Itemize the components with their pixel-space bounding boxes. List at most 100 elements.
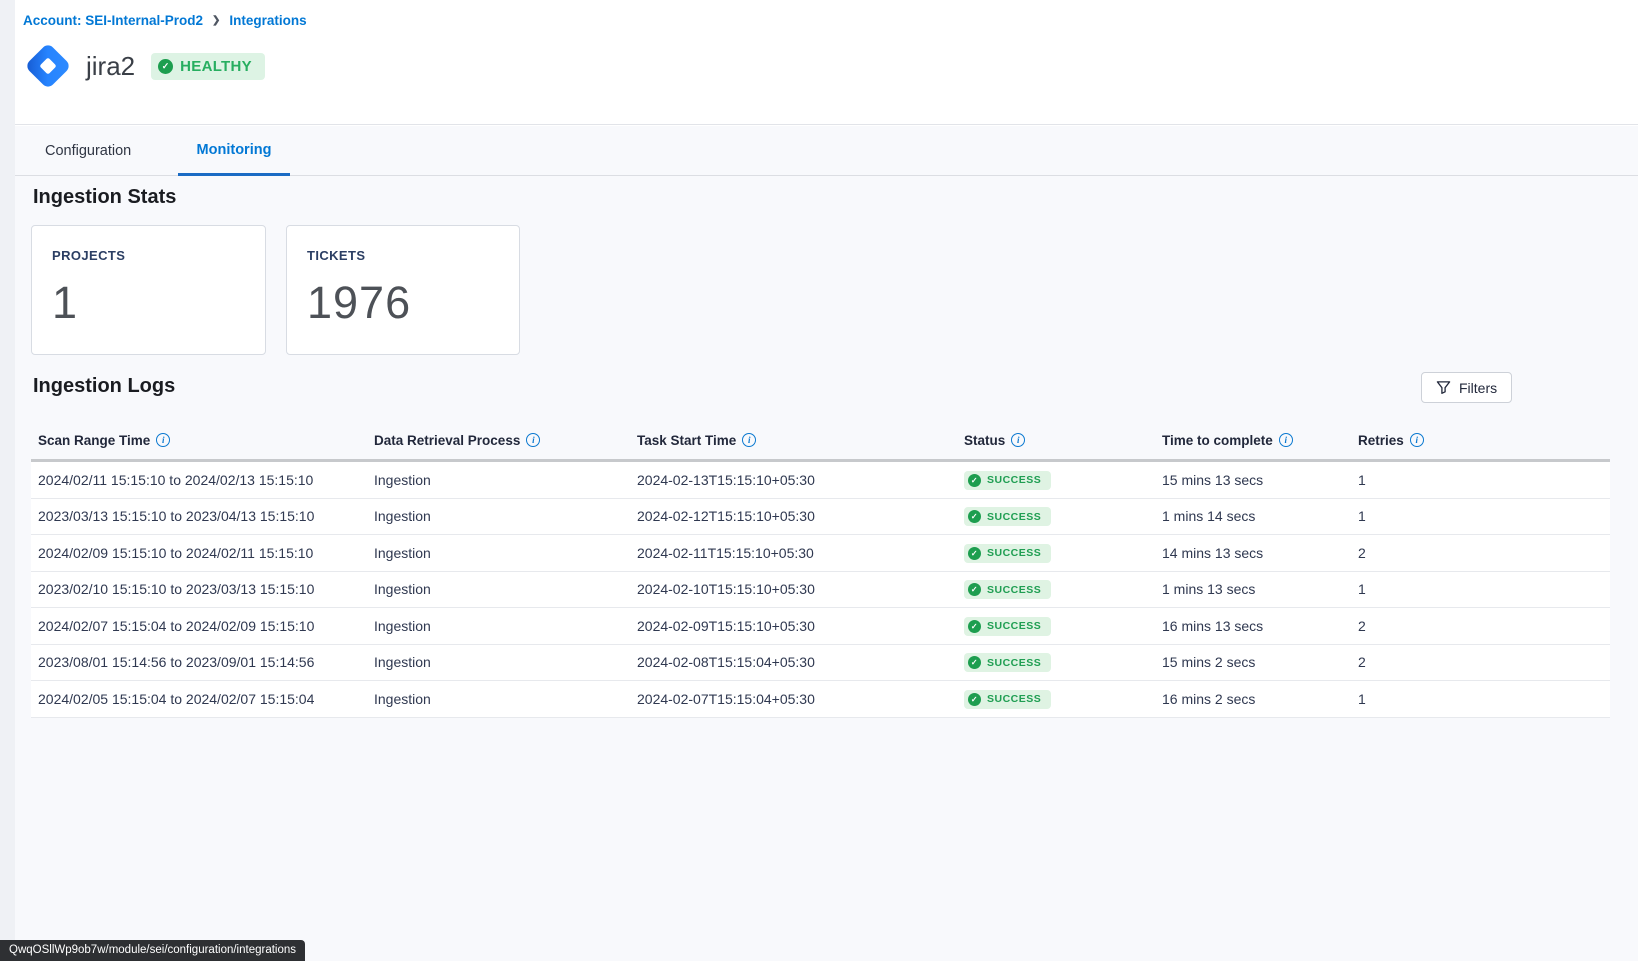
breadcrumb: Account: SEI-Internal-Prod2 ❯ Integratio… bbox=[23, 13, 307, 28]
ingestion-logs-title: Ingestion Logs bbox=[33, 375, 175, 398]
status-badge-label: SUCCESS bbox=[987, 620, 1041, 632]
filters-button[interactable]: Filters bbox=[1421, 372, 1512, 403]
check-circle-icon: ✓ bbox=[968, 693, 981, 706]
cell-data-retrieval-process: Ingestion bbox=[367, 545, 630, 561]
stat-card-tickets: TICKETS 1976 bbox=[286, 225, 520, 355]
check-circle-icon: ✓ bbox=[158, 59, 173, 74]
status-badge: ✓ SUCCESS bbox=[964, 471, 1051, 490]
stat-card-projects: PROJECTS 1 bbox=[31, 225, 266, 355]
column-header-label: Retries bbox=[1358, 433, 1404, 448]
check-circle-icon: ✓ bbox=[968, 583, 981, 596]
table-row: 2023/03/13 15:15:10 to 2023/04/13 15:15:… bbox=[31, 499, 1610, 536]
status-badge-label: SUCCESS bbox=[987, 474, 1041, 486]
cell-task-start-time: 2024-02-07T15:15:04+05:30 bbox=[630, 691, 957, 707]
stat-value: 1976 bbox=[307, 277, 499, 329]
cell-status: ✓ SUCCESS bbox=[957, 543, 1155, 563]
cell-task-start-time: 2024-02-10T15:15:10+05:30 bbox=[630, 581, 957, 597]
check-circle-icon: ✓ bbox=[968, 510, 981, 523]
cell-status: ✓ SUCCESS bbox=[957, 506, 1155, 526]
column-header: Statusi bbox=[957, 433, 1155, 448]
main-content: Configuration Monitoring Ingestion Stats… bbox=[15, 126, 1638, 961]
status-badge: ✓SUCCESS bbox=[964, 690, 1051, 709]
column-header-label: Task Start Time bbox=[637, 433, 736, 448]
stat-value: 1 bbox=[52, 277, 245, 329]
status-badge-label: SUCCESS bbox=[987, 584, 1041, 596]
cell-retries: 1 bbox=[1351, 581, 1610, 597]
logs-header-row: Scan Range TimeiData Retrieval ProcessiT… bbox=[31, 421, 1610, 462]
info-icon[interactable]: i bbox=[156, 433, 170, 447]
cell-data-retrieval-process: Ingestion bbox=[367, 654, 630, 670]
table-row: 2023/08/01 15:14:56 to 2023/09/01 15:14:… bbox=[31, 645, 1610, 682]
integration-title-row: jira2 ✓ HEALTHY bbox=[20, 38, 265, 94]
column-header-label: Data Retrieval Process bbox=[374, 433, 520, 448]
breadcrumb-integrations-link[interactable]: Integrations bbox=[229, 13, 306, 28]
link-preview-status-bar: QwqOSllWp9ob7w/module/sei/configuration/… bbox=[0, 940, 305, 961]
check-circle-icon: ✓ bbox=[968, 620, 981, 633]
column-header-label: Scan Range Time bbox=[38, 433, 150, 448]
cell-time-to-complete: 14 mins 13 secs bbox=[1155, 545, 1351, 561]
ingestion-stats-title: Ingestion Stats bbox=[33, 186, 176, 209]
cell-status: ✓ SUCCESS bbox=[957, 579, 1155, 599]
health-badge-label: HEALTHY bbox=[180, 58, 252, 75]
chevron-right-icon: ❯ bbox=[212, 15, 220, 26]
breadcrumb-account-link[interactable]: Account: SEI-Internal-Prod2 bbox=[23, 13, 203, 28]
status-badge-label: SUCCESS bbox=[987, 511, 1041, 523]
info-icon[interactable]: i bbox=[742, 433, 756, 447]
cell-scan-range-time: 2023/08/01 15:14:56 to 2023/09/01 15:14:… bbox=[31, 654, 367, 670]
check-circle-icon: ✓ bbox=[968, 474, 981, 487]
cell-scan-range-time: 2024/02/11 15:15:10 to 2024/02/13 15:15:… bbox=[31, 472, 367, 488]
cell-data-retrieval-process: Ingestion bbox=[367, 691, 630, 707]
cell-time-to-complete: 15 mins 13 secs bbox=[1155, 472, 1351, 488]
cell-data-retrieval-process: Ingestion bbox=[367, 472, 630, 488]
table-row: 2024/02/11 15:15:10 to 2024/02/13 15:15:… bbox=[31, 462, 1610, 499]
tabs-bar: Configuration Monitoring bbox=[15, 126, 1638, 176]
cell-time-to-complete: 15 mins 2 secs bbox=[1155, 654, 1351, 670]
ingestion-logs-table: Scan Range TimeiData Retrieval ProcessiT… bbox=[31, 421, 1610, 718]
check-circle-icon: ✓ bbox=[968, 656, 981, 669]
table-row: 2024/02/09 15:15:10 to 2024/02/11 15:15:… bbox=[31, 535, 1610, 572]
column-header: Retries i bbox=[1351, 433, 1610, 448]
cell-status: ✓ SUCCESS bbox=[957, 652, 1155, 672]
status-badge: ✓ SUCCESS bbox=[964, 507, 1051, 526]
status-badge: ✓ SUCCESS bbox=[964, 544, 1051, 563]
info-icon[interactable]: i bbox=[1279, 433, 1293, 447]
cell-data-retrieval-process: Ingestion bbox=[367, 508, 630, 524]
page-left-gutter bbox=[0, 0, 15, 961]
info-icon[interactable]: i bbox=[526, 433, 540, 447]
cell-data-retrieval-process: Ingestion bbox=[367, 618, 630, 634]
status-badge-label: SUCCESS bbox=[987, 547, 1041, 559]
cell-retries: 2 bbox=[1351, 545, 1610, 561]
status-badge-label: SUCCESS bbox=[987, 657, 1041, 669]
cell-time-to-complete: 16 mins 2 secs bbox=[1155, 691, 1351, 707]
cell-data-retrieval-process: Ingestion bbox=[367, 581, 630, 597]
status-badge: ✓ SUCCESS bbox=[964, 580, 1051, 599]
cell-status: ✓ SUCCESS bbox=[957, 470, 1155, 490]
column-header: Data Retrieval Process i bbox=[367, 433, 630, 448]
info-icon[interactable]: i bbox=[1410, 433, 1424, 447]
column-header: Task Start Time i bbox=[630, 433, 957, 448]
stat-label: TICKETS bbox=[307, 248, 499, 263]
jira-logo-icon bbox=[20, 38, 76, 94]
cell-retries: 1 bbox=[1351, 508, 1610, 524]
filters-button-label: Filters bbox=[1459, 380, 1497, 396]
cell-scan-range-time: 2023/03/13 15:15:10 to 2023/04/13 15:15:… bbox=[31, 508, 367, 524]
cell-scan-range-time: 2023/02/10 15:15:10 to 2023/03/13 15:15:… bbox=[31, 581, 367, 597]
cell-time-to-complete: 1 mins 14 secs bbox=[1155, 508, 1351, 524]
info-icon[interactable]: i bbox=[1011, 433, 1025, 447]
tab-monitoring[interactable]: Monitoring bbox=[178, 126, 290, 176]
cell-task-start-time: 2024-02-12T15:15:10+05:30 bbox=[630, 508, 957, 524]
tab-configuration[interactable]: Configuration bbox=[30, 126, 146, 176]
page-title: jira2 bbox=[86, 51, 135, 82]
health-status-badge: ✓ HEALTHY bbox=[151, 53, 265, 80]
cell-status: ✓SUCCESS bbox=[957, 689, 1155, 709]
column-header: Scan Range Time i bbox=[31, 433, 367, 448]
check-circle-icon: ✓ bbox=[968, 547, 981, 560]
table-row: 2024/02/07 15:15:04 to 2024/02/09 15:15:… bbox=[31, 608, 1610, 645]
column-header-label: Time to complete bbox=[1162, 433, 1273, 448]
column-header: Time to complete i bbox=[1155, 433, 1351, 448]
cell-task-start-time: 2024-02-11T15:15:10+05:30 bbox=[630, 545, 957, 561]
table-row: 2024/02/05 15:15:04 to 2024/02/07 15:15:… bbox=[31, 681, 1610, 718]
cell-time-to-complete: 16 mins 13 secs bbox=[1155, 618, 1351, 634]
status-badge: ✓ SUCCESS bbox=[964, 653, 1051, 672]
column-header-label: Status bbox=[964, 433, 1005, 448]
